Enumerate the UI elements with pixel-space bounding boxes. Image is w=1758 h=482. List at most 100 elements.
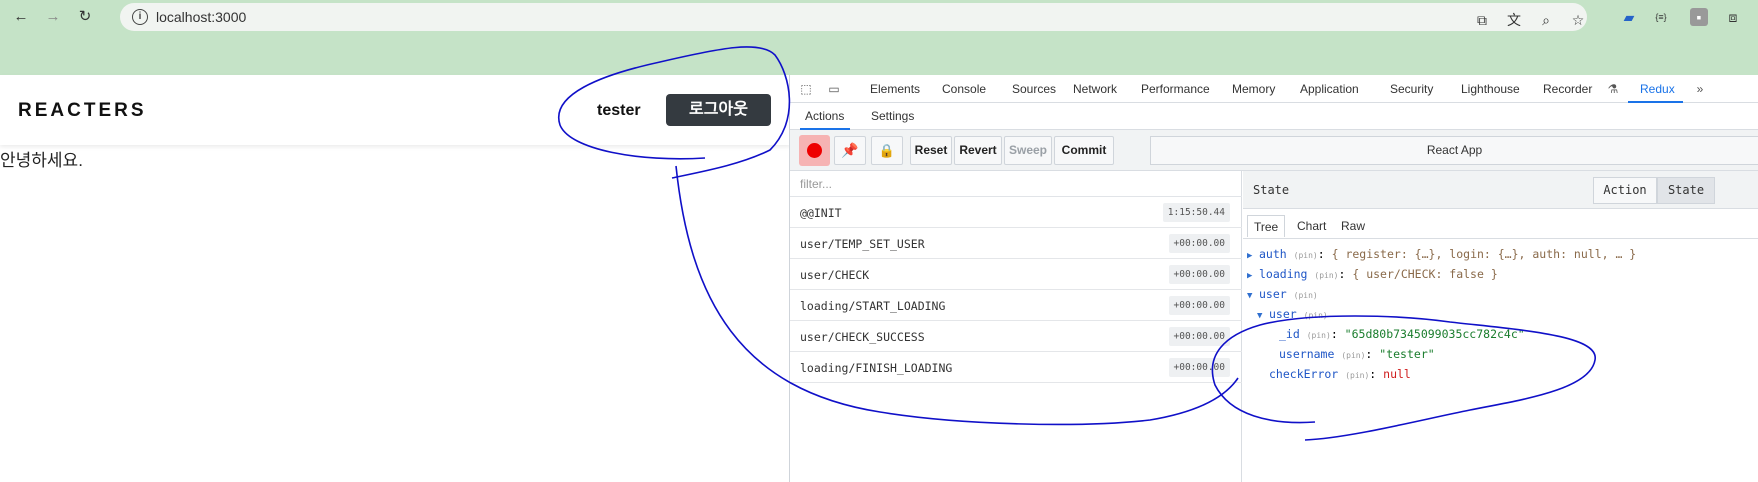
redux-toolbar: 📌 🔒 Reset Revert Sweep Commit React App <box>790 130 1758 171</box>
tree-key: auth <box>1259 247 1287 261</box>
tab-console[interactable]: Console <box>942 82 986 96</box>
tree-node-username[interactable]: username (pin): "tester" <box>1279 347 1435 361</box>
tree-key: user <box>1269 307 1297 321</box>
reload-icon[interactable]: ↻ <box>76 8 94 26</box>
action-time: +00:00.00 <box>1168 327 1230 346</box>
more-tabs-icon[interactable]: » <box>1692 81 1708 97</box>
extension-icon[interactable]: ▰ <box>1620 8 1638 26</box>
url-text: localhost:3000 <box>156 9 247 25</box>
profile-icon[interactable]: ▪ <box>1690 8 1708 26</box>
lock-icon[interactable]: 🔒 <box>871 136 903 165</box>
action-time: +00:00.00 <box>1168 265 1230 284</box>
action-name: user/CHECK <box>800 268 870 282</box>
reset-button[interactable]: Reset <box>910 136 952 165</box>
app-header: REACTERS tester 로그아웃 <box>0 75 790 145</box>
tab-lighthouse[interactable]: Lighthouse <box>1461 82 1520 96</box>
tree-value: { user/CHECK: false } <box>1352 267 1498 281</box>
address-bar[interactable]: i localhost:3000 ⧉ 文 ⌕ ☆ <box>120 3 1587 31</box>
record-icon <box>807 143 822 158</box>
expand-arrow-icon[interactable]: ▶ <box>1247 251 1259 261</box>
action-mode-button[interactable]: Action <box>1593 177 1657 204</box>
tree-value: "65d80b7345099035cc782c4c" <box>1344 327 1525 341</box>
flask-icon: ⚗ <box>1607 82 1619 96</box>
logout-button[interactable]: 로그아웃 <box>666 94 771 126</box>
device-toggle-icon[interactable]: ▭ <box>826 81 842 97</box>
forward-arrow-icon[interactable]: → <box>44 8 62 26</box>
extension-icon[interactable]: {≡} <box>1652 8 1670 26</box>
devtools-panel: ⬚ ▭ Elements Console Sources Network Per… <box>789 75 1758 482</box>
tree-node-user[interactable]: ▼ user (pin) <box>1247 287 1318 301</box>
greeting-text: 안녕하세요. <box>0 151 83 170</box>
action-time: +00:00.00 <box>1168 358 1230 377</box>
tab-elements[interactable]: Elements <box>870 82 920 96</box>
tab-performance[interactable]: Performance <box>1141 82 1210 96</box>
tab-actions[interactable]: Actions <box>805 109 844 123</box>
tree-view-tab[interactable]: Tree <box>1247 215 1286 237</box>
state-mode-button[interactable]: State <box>1657 177 1715 204</box>
action-name: user/CHECK_SUCCESS <box>800 330 925 344</box>
zoom-icon[interactable]: ⌕ <box>1537 11 1555 29</box>
bookmark-star-icon[interactable]: ☆ <box>1569 11 1587 29</box>
pin-label[interactable]: (pin) <box>1294 291 1318 300</box>
puzzle-extensions-icon[interactable]: ⧈ <box>1724 8 1742 26</box>
redux-sub-tabs: Actions Settings <box>790 103 1758 130</box>
logo[interactable]: REACTERS <box>18 100 147 122</box>
tab-network[interactable]: Network <box>1073 82 1117 96</box>
tree-key: _id <box>1279 327 1300 341</box>
tree-node-checkerror[interactable]: checkError (pin): null <box>1269 367 1411 381</box>
pin-label[interactable]: (pin) <box>1341 351 1365 360</box>
collapse-arrow-icon[interactable]: ▼ <box>1247 291 1259 301</box>
tree-key: username <box>1279 347 1335 361</box>
tab-application[interactable]: Application <box>1300 82 1359 96</box>
tree-node-id[interactable]: _id (pin): "65d80b7345099035cc782c4c" <box>1279 327 1525 341</box>
action-list-pane: filter... @@INIT 1:15:50.44 user/TEMP_SE… <box>790 171 1242 482</box>
tab-security[interactable]: Security <box>1390 82 1433 96</box>
tree-key: checkError <box>1269 367 1339 381</box>
tab-memory[interactable]: Memory <box>1232 82 1275 96</box>
pin-label[interactable]: (pin) <box>1294 251 1318 260</box>
pin-label[interactable]: (pin) <box>1304 311 1328 320</box>
tree-value: { register: {…}, login: {…}, auth: null,… <box>1331 247 1637 261</box>
action-row[interactable]: user/CHECK_SUCCESS +00:00.00 <box>790 321 1242 352</box>
tab-recorder[interactable]: Recorder <box>1543 82 1592 96</box>
tree-node-auth[interactable]: ▶ auth (pin): { register: {…}, login: {…}… <box>1247 247 1636 261</box>
inspect-element-icon[interactable]: ⬚ <box>798 81 814 97</box>
expand-arrow-icon[interactable]: ▶ <box>1247 271 1259 281</box>
commit-button[interactable]: Commit <box>1054 136 1114 165</box>
site-info-icon[interactable]: i <box>132 9 148 25</box>
translate-icon[interactable]: 文 <box>1505 11 1523 29</box>
sweep-button[interactable]: Sweep <box>1004 136 1052 165</box>
browser-strip <box>0 34 1758 75</box>
action-row[interactable]: @@INIT 1:15:50.44 <box>790 197 1242 228</box>
action-row[interactable]: loading/FINISH_LOADING +00:00.00 <box>790 352 1242 383</box>
open-in-page-icon[interactable]: ⧉ <box>1473 11 1491 29</box>
action-row[interactable]: user/CHECK +00:00.00 <box>790 259 1242 290</box>
tab-sources[interactable]: Sources <box>1012 82 1056 96</box>
tree-key: loading <box>1259 267 1308 281</box>
action-row[interactable]: loading/START_LOADING +00:00.00 <box>790 290 1242 321</box>
pin-label[interactable]: (pin) <box>1307 331 1331 340</box>
devtools-tab-bar: ⬚ ▭ Elements Console Sources Network Per… <box>790 75 1758 103</box>
state-header: State Action State <box>1243 171 1758 209</box>
tree-node-inner-user[interactable]: ▼ user (pin) <box>1257 307 1328 321</box>
revert-button[interactable]: Revert <box>954 136 1002 165</box>
collapse-arrow-icon[interactable]: ▼ <box>1257 311 1269 321</box>
record-button[interactable] <box>799 135 830 166</box>
tab-redux[interactable]: Redux <box>1640 82 1675 96</box>
action-row[interactable]: user/TEMP_SET_USER +00:00.00 <box>790 228 1242 259</box>
chart-view-tab[interactable]: Chart <box>1291 215 1332 237</box>
pin-label[interactable]: (pin) <box>1314 271 1338 280</box>
tab-settings[interactable]: Settings <box>871 109 914 123</box>
filter-input[interactable]: filter... <box>790 171 1242 197</box>
action-time: +00:00.00 <box>1168 234 1230 253</box>
action-name: loading/FINISH_LOADING <box>800 361 953 375</box>
back-arrow-icon[interactable]: ← <box>12 8 30 26</box>
pin-icon[interactable]: 📌 <box>834 136 866 165</box>
username-label: tester <box>597 102 641 119</box>
instance-selector[interactable]: React App <box>1150 136 1758 165</box>
raw-view-tab[interactable]: Raw <box>1335 215 1371 237</box>
tree-node-loading[interactable]: ▶ loading (pin): { user/CHECK: false } <box>1247 267 1498 281</box>
action-time: +00:00.00 <box>1168 296 1230 315</box>
action-name: @@INIT <box>800 206 842 220</box>
pin-label[interactable]: (pin) <box>1345 371 1369 380</box>
